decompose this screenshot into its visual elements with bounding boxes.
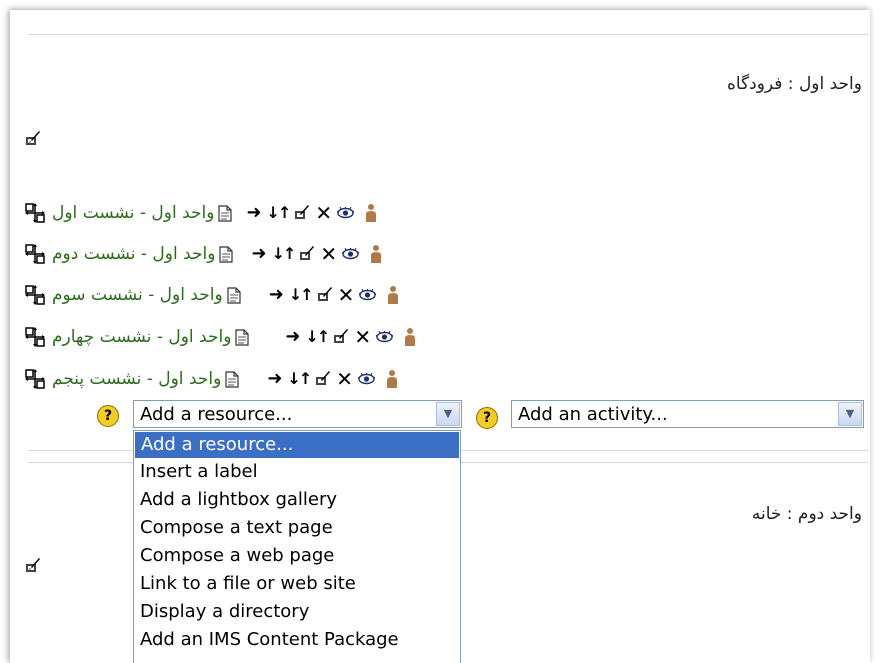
- lesson-controls: ➜ ↓↑ ✕: [269, 285, 400, 305]
- add-resource-select[interactable]: Add a resource... ▼: [133, 400, 462, 428]
- indent-right-arrow-icon[interactable]: ➜: [269, 286, 284, 304]
- divider-top: [28, 34, 868, 35]
- course-page: واحد اول : فرودگاه واحد اول - نشست اول ➜ ↓…: [10, 10, 870, 663]
- dropdown-option[interactable]: Add a lightbox gallery: [134, 486, 460, 514]
- dropdown-option[interactable]: Display a directory: [134, 598, 460, 626]
- lesson-controls: ➜ ↓↑ ✕: [285, 327, 416, 347]
- dropdown-option[interactable]: Add a resource...: [135, 432, 459, 458]
- lesson-controls: ➜ ↓↑ ✕: [246, 203, 377, 223]
- page-icon: [235, 328, 250, 346]
- lesson-link[interactable]: واحد اول - نشست پنجم: [52, 369, 239, 389]
- eye-icon[interactable]: [337, 207, 355, 219]
- move-updown-icon[interactable]: ↓↑: [306, 329, 331, 345]
- pencil-edit-icon[interactable]: [294, 204, 310, 222]
- person-role-icon[interactable]: [365, 203, 377, 223]
- add-resource-value: Add a resource...: [140, 404, 293, 425]
- eye-icon[interactable]: [342, 248, 360, 260]
- delete-x-icon[interactable]: ✕: [336, 369, 353, 389]
- dropdown-option[interactable]: Link to a file or web site: [134, 570, 460, 598]
- indent-right-arrow-icon[interactable]: ➜: [267, 370, 282, 388]
- lesson-row: واحد اول - نشست پنجم ➜ ↓↑ ✕: [24, 366, 398, 392]
- indent-right-arrow-icon[interactable]: ➜: [251, 245, 266, 263]
- move-updown-icon[interactable]: ↓↑: [289, 287, 314, 303]
- eye-icon[interactable]: [357, 373, 375, 385]
- lesson-link[interactable]: واحد اول - نشست اول: [52, 203, 233, 223]
- chevron-down-icon[interactable]: ▼: [838, 402, 862, 426]
- lesson-link[interactable]: واحد اول - نشست چهارم: [52, 327, 250, 347]
- move-updown-icon[interactable]: ↓↑: [287, 371, 312, 387]
- lesson-row: واحد اول - نشست چهارم ➜ ↓↑ ✕: [24, 324, 416, 350]
- help-icon[interactable]: ?: [97, 405, 119, 427]
- person-role-icon[interactable]: [404, 327, 416, 347]
- dropdown-option[interactable]: Insert a label: [134, 458, 460, 486]
- lesson-label: واحد اول - نشست پنجم: [52, 369, 222, 389]
- page-icon: [227, 286, 241, 304]
- page-icon: [225, 370, 239, 388]
- move-updown-icon[interactable]: ↓↑: [272, 246, 297, 262]
- dropdown-option[interactable]: Compose a text page: [134, 514, 460, 542]
- chevron-down-icon[interactable]: ▼: [436, 402, 460, 426]
- resource-dropdown-list[interactable]: Add a resource... Insert a label Add a lig…: [133, 430, 461, 663]
- add-activity-value: Add an activity...: [518, 404, 668, 425]
- lesson-controls: ➜ ↓↑ ✕: [267, 369, 398, 389]
- move-arrows-icon[interactable]: [24, 368, 46, 390]
- lesson-row: واحد اول - نشست اول ➜ ↓↑ ✕: [24, 200, 377, 226]
- pencil-edit-icon[interactable]: [315, 370, 331, 388]
- add-activity-select[interactable]: Add an activity... ▼: [511, 400, 864, 428]
- person-role-icon[interactable]: [387, 285, 399, 305]
- lesson-controls: ➜ ↓↑ ✕: [251, 244, 382, 264]
- page-icon: [219, 245, 234, 263]
- delete-x-icon[interactable]: ✕: [320, 244, 337, 264]
- move-arrows-icon[interactable]: [24, 202, 46, 224]
- delete-x-icon[interactable]: ✕: [338, 285, 355, 305]
- lesson-row: واحد اول - نشست سوم ➜ ↓↑ ✕: [24, 282, 399, 308]
- section-title-2: واحد دوم : خانه: [751, 504, 862, 524]
- lesson-label: واحد اول - نشست اول: [52, 203, 215, 223]
- pencil-edit-icon[interactable]: [317, 286, 333, 304]
- eye-icon[interactable]: [359, 289, 377, 301]
- lesson-link[interactable]: واحد اول - نشست دوم: [52, 244, 234, 264]
- move-arrows-icon[interactable]: [24, 326, 46, 348]
- eye-icon[interactable]: [376, 331, 394, 343]
- delete-x-icon[interactable]: ✕: [354, 327, 371, 347]
- move-updown-icon[interactable]: ↓↑: [267, 205, 292, 221]
- pencil-edit-icon[interactable]: [333, 328, 349, 346]
- page-icon: [218, 204, 233, 222]
- dropdown-option[interactable]: Add an IMS Content Package: [134, 626, 460, 654]
- pencil-edit-icon[interactable]: [25, 130, 41, 148]
- help-icon[interactable]: ?: [476, 407, 498, 429]
- lesson-label: واحد اول - نشست چهارم: [52, 327, 232, 347]
- lesson-link[interactable]: واحد اول - نشست سوم: [52, 285, 241, 305]
- lesson-row: واحد اول - نشست دوم ➜ ↓↑ ✕: [24, 241, 382, 267]
- lesson-label: واحد اول - نشست دوم: [52, 244, 216, 264]
- pencil-edit-icon[interactable]: [25, 557, 41, 575]
- indent-right-arrow-icon[interactable]: ➜: [246, 204, 261, 222]
- pencil-edit-icon[interactable]: [299, 245, 315, 263]
- section-title-1: واحد اول : فرودگاه: [726, 74, 862, 94]
- indent-right-arrow-icon[interactable]: ➜: [285, 328, 300, 346]
- delete-x-icon[interactable]: ✕: [315, 203, 332, 223]
- move-arrows-icon[interactable]: [24, 243, 46, 265]
- move-arrows-icon[interactable]: [24, 284, 46, 306]
- lesson-label: واحد اول - نشست سوم: [52, 285, 223, 305]
- person-role-icon[interactable]: [370, 244, 382, 264]
- person-role-icon[interactable]: [386, 369, 398, 389]
- dropdown-option[interactable]: Compose a web page: [134, 542, 460, 570]
